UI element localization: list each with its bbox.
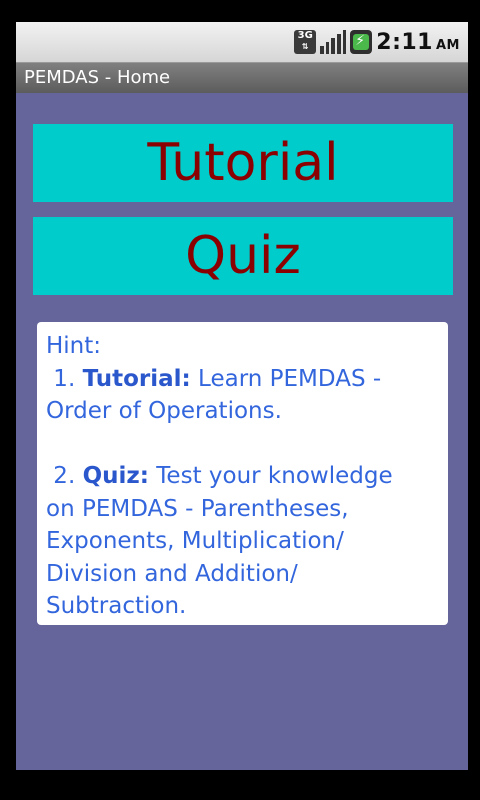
- status-icons: 3G ⇅ 2:11AM: [294, 28, 460, 56]
- quiz-button[interactable]: Quiz: [33, 217, 453, 295]
- data-arrows-icon: ⇅: [301, 42, 309, 51]
- hint-item-2-title: Quiz:: [82, 463, 149, 489]
- hint-item-1-line-2: Order of Operations.: [46, 398, 282, 424]
- device-frame-right: [468, 0, 480, 800]
- clock-ampm: AM: [436, 37, 460, 53]
- app-title-bar: PEMDAS - Home: [16, 63, 468, 93]
- status-clock: 2:11 AM: [376, 30, 460, 55]
- screen: 3G ⇅ 2:11AM PEMDAS - Home Tutorial Quiz …: [16, 22, 468, 770]
- hint-item-2-line-5: Subtraction.: [46, 593, 187, 619]
- hint-item-2-line-3: Exponents, Multiplication/: [46, 528, 344, 554]
- network-type-label: 3G: [297, 30, 313, 41]
- hint-item-1-title: Tutorial:: [82, 365, 191, 392]
- network-3g-icon: 3G ⇅: [294, 30, 317, 54]
- hint-item-2-text: Test your knowledge: [148, 463, 393, 489]
- clock-time: 2:11: [376, 29, 433, 55]
- hint-item-2-line-1: 2. Quiz: Test your knowledge: [46, 460, 440, 493]
- hint-spacer: [46, 428, 440, 461]
- hint-item-2-line-2: on PEMDAS - Parentheses,: [46, 495, 349, 522]
- hint-item-2-line-4: Division and Addition/: [46, 560, 298, 587]
- tutorial-button[interactable]: Tutorial: [33, 124, 453, 202]
- device-frame-bottom: [0, 770, 480, 800]
- device-frame-top: [0, 0, 480, 22]
- hint-item-1-number: 1.: [46, 365, 83, 392]
- hint-item-1-text: Learn PEMDAS -: [190, 365, 382, 392]
- signal-strength-icon: [320, 30, 347, 54]
- hint-item-2-number: 2.: [46, 463, 83, 489]
- hint-heading: Hint:: [46, 333, 102, 359]
- hint-item-1-line-1: 1. Tutorial: Learn PEMDAS -: [46, 363, 440, 396]
- battery-charging-icon: [350, 30, 373, 54]
- status-bar: 3G ⇅ 2:11AM: [16, 22, 468, 63]
- hint-box: Hint: 1. Tutorial: Learn PEMDAS - Order …: [37, 322, 448, 625]
